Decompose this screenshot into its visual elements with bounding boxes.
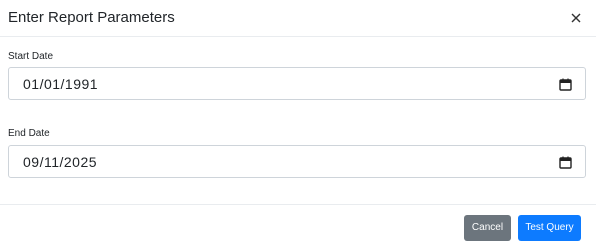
cancel-button[interactable]: Cancel [464, 215, 511, 241]
dialog-footer: Cancel Test Query [0, 204, 596, 251]
start-date-value: 01/01/1991 [23, 76, 99, 92]
close-icon [571, 13, 581, 23]
start-date-input[interactable]: 01/01/1991 [8, 67, 586, 100]
dialog-header: Enter Report Parameters [0, 0, 596, 37]
dialog-title: Enter Report Parameters [8, 9, 175, 26]
end-date-input[interactable]: 09/11/2025 [8, 145, 586, 178]
end-date-label: End Date [8, 128, 50, 139]
end-date-value: 09/11/2025 [23, 154, 98, 170]
calendar-icon[interactable] [559, 156, 572, 169]
close-button[interactable] [566, 8, 586, 28]
report-parameters-dialog: Enter Report Parameters Start Date 01/01… [0, 0, 596, 251]
test-query-button[interactable]: Test Query [518, 215, 581, 241]
start-date-label: Start Date [8, 51, 54, 62]
calendar-icon[interactable] [559, 78, 572, 91]
